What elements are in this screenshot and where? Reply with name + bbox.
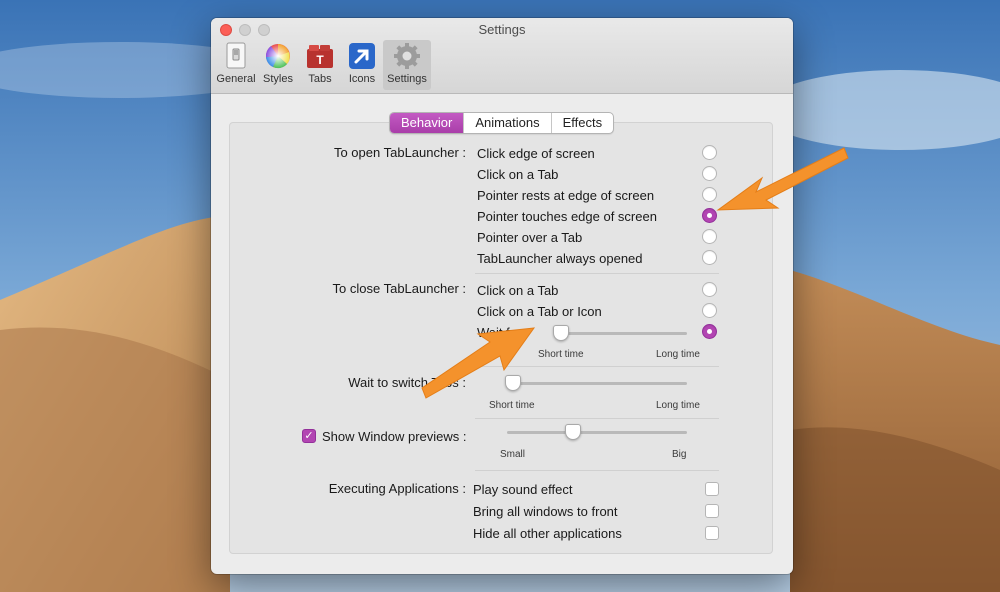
executing-option-label: Play sound effect — [473, 482, 573, 497]
toolbar-settings[interactable]: Settings — [383, 40, 431, 90]
close-option-label: Click on a Tab — [477, 283, 559, 298]
executing-option-label: Hide all other applications — [473, 526, 622, 541]
open-option-radio[interactable] — [702, 250, 717, 265]
close-option-radio[interactable] — [702, 282, 717, 297]
open-option-radio-selected[interactable] — [702, 208, 717, 223]
executing-option-checkbox[interactable] — [705, 526, 719, 540]
tab-animations[interactable]: Animations — [464, 113, 552, 133]
open-option-radio[interactable] — [702, 187, 717, 202]
gear-icon — [392, 42, 422, 70]
wait-for-slider-knob[interactable] — [553, 325, 569, 341]
svg-text:T: T — [316, 53, 324, 67]
settings-window: Settings General Styles T Tabs Icons Set… — [211, 18, 793, 574]
close-option-radio[interactable] — [702, 303, 717, 318]
open-option-label: Pointer over a Tab — [477, 230, 583, 245]
open-section-label: To open TabLauncher : — [333, 145, 466, 160]
tab-bar: Behavior Animations Effects — [389, 112, 615, 134]
open-option-label: Pointer touches edge of screen — [477, 209, 657, 224]
toolbar-tabs[interactable]: T Tabs — [299, 40, 341, 90]
divider — [475, 470, 719, 471]
preferences-toolbar: General Styles T Tabs Icons Settings — [215, 40, 431, 90]
close-option-radio-selected[interactable] — [702, 324, 717, 339]
wait-for-slider-track[interactable] — [555, 332, 687, 335]
divider — [475, 273, 719, 274]
open-option-radio[interactable] — [702, 229, 717, 244]
annotation-arrow-icon — [421, 327, 536, 399]
toolbar-settings-label: Settings — [387, 73, 427, 85]
open-option-label: Click edge of screen — [477, 146, 595, 161]
color-wheel-icon — [263, 42, 293, 70]
divider — [475, 418, 719, 419]
close-section-label: To close TabLauncher : — [332, 281, 466, 296]
toolbar-general[interactable]: General — [215, 40, 257, 90]
previews-max-label: Big — [672, 449, 687, 460]
arrow-icon — [347, 42, 377, 70]
open-option-radio[interactable] — [702, 145, 717, 160]
open-option-radio[interactable] — [702, 166, 717, 181]
toolbar-styles-label: Styles — [263, 73, 293, 85]
executing-option-label: Bring all windows to front — [473, 504, 618, 519]
close-option-label: Click on a Tab or Icon — [477, 304, 602, 319]
tab-effects[interactable]: Effects — [552, 113, 614, 133]
titlebar: Settings General Styles T Tabs Icons Set… — [211, 18, 793, 94]
tabs-icon: T — [305, 42, 335, 70]
show-previews-checkbox[interactable]: ✓ — [302, 429, 316, 443]
toolbar-tabs-label: Tabs — [308, 73, 332, 85]
toolbar-styles[interactable]: Styles — [257, 40, 299, 90]
previews-size-slider-track[interactable] — [507, 431, 687, 434]
open-option-label: Pointer rests at edge of screen — [477, 188, 655, 203]
toolbar-icons-label: Icons — [348, 73, 376, 85]
executing-option-checkbox[interactable] — [705, 482, 719, 496]
toolbar-icons[interactable]: Icons — [341, 40, 383, 90]
toolbar-general-label: General — [216, 73, 256, 85]
executing-section-label: Executing Applications : — [328, 481, 466, 496]
previews-size-slider-knob[interactable] — [565, 424, 581, 440]
open-option-label: Click on a Tab — [477, 167, 559, 182]
switch-icon — [221, 42, 251, 70]
wait-for-min-label: Short time — [538, 349, 584, 360]
wait-for-max-label: Long time — [656, 349, 700, 360]
switch-max-label: Long time — [656, 400, 700, 411]
open-option-label: TabLauncher always opened — [477, 251, 643, 266]
executing-option-checkbox[interactable] — [705, 504, 719, 518]
window-title: Settings — [478, 22, 526, 37]
previews-section-label: Show Window previews : — [322, 429, 467, 444]
tab-behavior[interactable]: Behavior — [390, 113, 465, 133]
previews-min-label: Small — [500, 449, 526, 460]
annotation-arrow-icon — [716, 147, 849, 211]
